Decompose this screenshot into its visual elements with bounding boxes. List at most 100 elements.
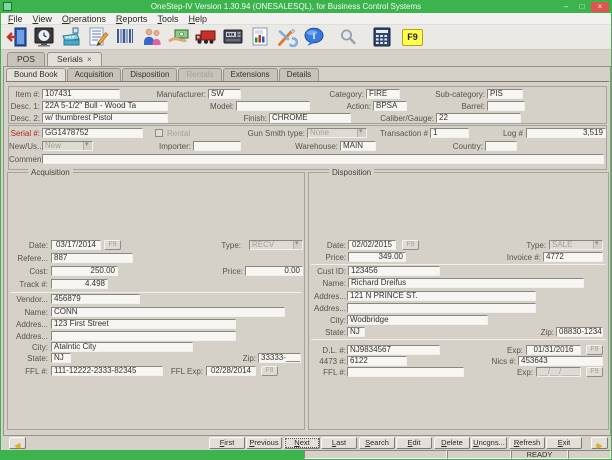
comment-field[interactable]	[42, 154, 604, 164]
gunsmith-type-label: Gun Smith type:	[224, 129, 305, 139]
disp-address1-field[interactable]: 121 N PRINCE ST.	[347, 291, 536, 301]
acq-reference-field[interactable]: 887	[51, 253, 133, 263]
caliber-gauge-field[interactable]: 22	[436, 113, 521, 123]
category-field[interactable]: FIRE	[366, 89, 400, 99]
barcode-icon[interactable]	[111, 26, 138, 49]
acq-date-f9-button: F9	[104, 240, 121, 250]
desc2-field[interactable]: w/ thumbrest Pistol	[42, 113, 168, 123]
tab-disposition[interactable]: Disposition	[122, 68, 177, 81]
desc1-field[interactable]: 22A 5-1/2" Bull - Wood Ta	[42, 101, 168, 111]
reports-icon[interactable]	[246, 26, 273, 49]
disp-ffl-field[interactable]	[347, 367, 464, 377]
exit-icon[interactable]	[3, 26, 30, 49]
tender-icon[interactable]	[165, 26, 192, 49]
calculator-icon[interactable]	[368, 26, 395, 49]
edit-button[interactable]: Edit	[396, 437, 432, 449]
disp-dl-exp-field[interactable]: 01/31/2016	[526, 345, 581, 355]
disp-zip-field[interactable]: 08830-1234	[556, 327, 603, 337]
disp-price-field[interactable]: 349.00	[348, 252, 406, 262]
acq-ffl-label: FFL #:	[10, 367, 48, 377]
search-button[interactable]: Search	[359, 437, 395, 449]
sub-category-field[interactable]: PIS	[487, 89, 523, 99]
cash-drawer-icon[interactable]	[219, 26, 246, 49]
transaction-number-field[interactable]: 1	[430, 128, 469, 138]
tab-bound-book[interactable]: Bound Book	[6, 68, 66, 81]
acq-address1-field[interactable]: 123 First Street	[51, 319, 236, 329]
first-button[interactable]: First	[209, 437, 245, 449]
importer-field[interactable]	[193, 141, 241, 151]
acq-cost-field[interactable]: 250.00	[51, 266, 118, 276]
menu-tools[interactable]: Tools	[152, 13, 183, 25]
tab-acquisition[interactable]: Acquisition	[67, 68, 122, 81]
disp-state-field[interactable]: NJ	[347, 327, 365, 337]
acq-ffl-field[interactable]: 111-12222-2333-82345	[51, 366, 163, 376]
maximize-button[interactable]: □	[575, 2, 589, 12]
scroll-left-arrow-button[interactable]	[9, 437, 26, 449]
acq-address2-field[interactable]	[51, 331, 236, 341]
menu-help[interactable]: Help	[183, 13, 212, 25]
unconsign-button[interactable]: Uncgns...	[471, 437, 507, 449]
disp-invoice-label: Invoice #:	[494, 253, 541, 263]
scroll-right-arrow-button[interactable]	[591, 437, 608, 449]
acq-date-field[interactable]: 03/17/2014	[51, 240, 101, 250]
warehouse-field[interactable]: MAIN	[340, 141, 376, 151]
acq-zip-field[interactable]: 33333-____	[258, 353, 301, 363]
log-number-field[interactable]: 3,519	[526, 128, 606, 138]
delete-button[interactable]: Delete	[434, 437, 470, 449]
f9-toolbar-button[interactable]: F9	[402, 29, 423, 46]
acq-city-field[interactable]: Atalntic City	[51, 342, 193, 352]
country-label: Country:	[439, 142, 483, 152]
edit-notes-icon[interactable]	[84, 26, 111, 49]
disp-4473-label: 4473 #:	[311, 357, 346, 367]
finish-field[interactable]: CHROME	[269, 113, 351, 123]
customers-icon[interactable]	[138, 26, 165, 49]
truck-icon[interactable]	[192, 26, 219, 49]
acq-track-field[interactable]: 4.498	[51, 279, 108, 289]
menu-file[interactable]: File	[3, 13, 28, 25]
refresh-button[interactable]: Refresh	[509, 437, 545, 449]
tab-close-icon[interactable]: ×	[87, 55, 92, 64]
time-clock-icon[interactable]	[30, 26, 57, 49]
manufacturer-field[interactable]: SW	[208, 89, 241, 99]
disp-cust-id-field[interactable]: 123456	[348, 266, 440, 276]
next-button[interactable]: Next	[284, 437, 320, 449]
exit-button[interactable]: Exit	[546, 437, 582, 449]
serial-number-field[interactable]: GG1478752	[42, 128, 143, 138]
tab-serials[interactable]: Serials×	[47, 52, 102, 66]
disp-dl-field[interactable]: NJ9834567	[347, 345, 440, 355]
disp-invoice-field[interactable]: 4772	[543, 252, 603, 262]
tab-details[interactable]: Details	[279, 68, 319, 81]
acq-price-field[interactable]: 0.00	[245, 266, 303, 276]
close-button[interactable]: ×	[591, 2, 609, 12]
acq-vendor-field[interactable]: 456879	[51, 294, 140, 304]
last-button[interactable]: Last	[321, 437, 357, 449]
item-number-field[interactable]: 107431	[42, 89, 120, 99]
disp-nics-field[interactable]: 453643	[518, 356, 603, 366]
action-label: Action:	[314, 102, 371, 112]
acq-state-field[interactable]: NJ	[51, 353, 71, 363]
acq-name-field[interactable]: CONN	[51, 307, 285, 317]
disp-city-field[interactable]: Wodbridge	[347, 315, 488, 325]
action-field[interactable]: BPSA	[373, 101, 407, 111]
country-field[interactable]	[485, 141, 517, 151]
menu-reports[interactable]: Reports	[111, 13, 153, 25]
acq-ffl-exp-field[interactable]: 02/28/2014	[206, 366, 256, 376]
disp-address2-field[interactable]	[347, 303, 536, 313]
tools-icon[interactable]	[273, 26, 300, 49]
model-field[interactable]	[236, 101, 310, 111]
tab-extensions[interactable]: Extensions	[223, 68, 278, 81]
disp-ffl-exp-field[interactable]: __/__/____	[536, 367, 581, 377]
previous-button[interactable]: Previous	[246, 437, 282, 449]
menu-view[interactable]: View	[28, 13, 57, 25]
tab-pos[interactable]: POS	[7, 52, 45, 66]
search-icon[interactable]	[334, 26, 361, 49]
info-icon[interactable]: i	[300, 26, 327, 49]
disp-date-field[interactable]: 02/02/2015	[348, 240, 396, 250]
minimize-button[interactable]: –	[559, 2, 573, 12]
barrel-field[interactable]	[487, 101, 525, 111]
disp-4473-field[interactable]: 6122	[347, 356, 407, 366]
cash-register-icon[interactable]	[57, 26, 84, 49]
menu-operations[interactable]: Operations	[57, 13, 111, 25]
disp-date-label: Date:	[311, 241, 346, 251]
disp-name-field[interactable]: Richard Dreifus	[348, 278, 584, 288]
